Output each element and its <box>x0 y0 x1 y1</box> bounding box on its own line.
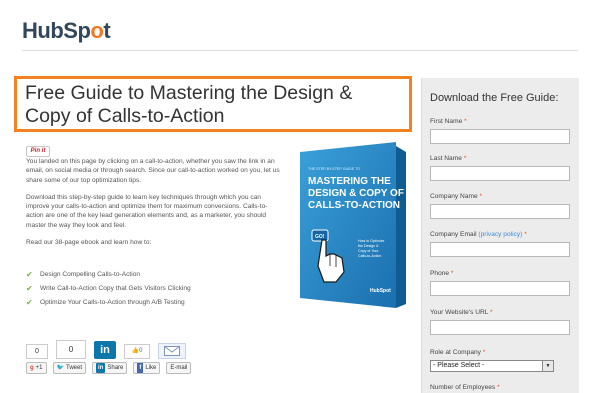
book-brand: HubSpot <box>370 288 391 294</box>
facebook-like-button[interactable]: f Like <box>133 362 161 374</box>
check-icon: ✔ <box>26 269 33 279</box>
company-name-field: Company Name * <box>430 193 570 219</box>
book-title-line: DESIGN & COPY OF <box>308 188 404 199</box>
intro-paragraph: Download this step-by-step guide to lear… <box>26 193 268 229</box>
twitter-icon: 🐦 <box>56 365 64 371</box>
privacy-policy-link[interactable]: (privacy policy) <box>478 231 522 238</box>
list-item: ✔ Write Call-to-Action Copy that Gets Vis… <box>26 283 191 293</box>
phone-input[interactable] <box>430 281 570 296</box>
last-name-input[interactable] <box>430 166 570 181</box>
header-divider <box>22 50 578 51</box>
intro-text: You landed on this page by clicking on a… <box>26 157 284 255</box>
field-label: Company Email (privacy policy) * <box>430 231 527 238</box>
role-field: Role at Company * - Please Select - ▼ <box>430 349 570 372</box>
email-share-button[interactable]: E-mail <box>166 362 192 374</box>
field-label: Company Name * <box>430 193 483 200</box>
google-plus-icon: g <box>30 365 34 371</box>
book-kicker: THE STEP-BY-STEP GUIDE TO <box>308 167 360 171</box>
facebook-like-count: 👍0 <box>124 344 150 359</box>
role-select[interactable]: - Please Select - ▼ <box>430 360 554 372</box>
social-share-bar: 0 0 in 👍0 g +1 🐦 Tweet in Share f Like E-mai… <box>26 337 246 374</box>
field-label: First Name * <box>430 118 467 125</box>
page-title: Free Guide to Mastering the Design & Cop… <box>25 82 353 127</box>
last-name-field: Last Name * <box>430 155 570 181</box>
linkedin-share-button[interactable]: in Share <box>92 362 128 374</box>
hubspot-logo[interactable]: HubSpot <box>22 18 111 44</box>
phone-field: Phone * <box>430 270 570 296</box>
email-icon[interactable] <box>158 343 186 359</box>
book-side-text: the Design & <box>358 244 379 248</box>
field-label: Number of Employees * <box>430 384 500 391</box>
book-side-text: How to Optimize <box>358 239 384 243</box>
company-email-input[interactable] <box>430 242 570 257</box>
download-form: Download the Free Guide: First Name * La… <box>421 78 579 393</box>
linkedin-icon[interactable]: in <box>94 341 116 359</box>
linkedin-icon: in <box>96 363 106 373</box>
book-title-line: MASTERING THE <box>308 176 391 187</box>
google-plus-button[interactable]: g +1 <box>26 362 47 374</box>
pin-it-button[interactable]: Pin it <box>26 146 50 157</box>
intro-paragraph: You landed on this page by clicking on a… <box>26 158 280 184</box>
share-count: 0 <box>56 340 86 359</box>
ebook-cover: THE STEP-BY-STEP GUIDE TO MASTERING THE … <box>300 142 406 308</box>
field-label: Last Name * <box>430 155 467 162</box>
benefit-list: ✔ Design Compelling Calls-to-Action ✔ Writ… <box>26 267 286 309</box>
list-item: ✔ Design Compelling Calls-to-Action <box>26 269 141 279</box>
company-email-field: Company Email (privacy policy) * <box>430 231 570 257</box>
facebook-icon: f <box>137 363 144 373</box>
check-icon: ✔ <box>26 283 33 293</box>
company-name-input[interactable] <box>430 204 570 219</box>
list-item: ✔ Optimize Your Calls-to-Action through A… <box>26 297 185 307</box>
first-name-input[interactable] <box>430 129 570 144</box>
intro-paragraph: Read our 38-page ebook and learn how to: <box>26 239 152 247</box>
tweet-button[interactable]: 🐦 Tweet <box>52 362 87 374</box>
field-label: Your Website's URL * <box>430 309 493 316</box>
book-side-text: Calls-to-Action <box>358 254 381 258</box>
first-name-field: First Name * <box>430 118 570 144</box>
employees-field: Number of Employees * <box>430 384 570 391</box>
share-count: 0 <box>26 344 48 359</box>
book-go: GO! <box>315 234 325 240</box>
book-side-text: Copy of Your <box>358 249 379 253</box>
website-input[interactable] <box>430 320 570 335</box>
field-label: Role at Company * <box>430 349 486 356</box>
form-heading: Download the Free Guide: <box>430 92 559 104</box>
website-field: Your Website's URL * <box>430 309 570 335</box>
title-highlight: Free Guide to Mastering the Design & Cop… <box>14 76 412 132</box>
field-label: Phone * <box>430 270 454 277</box>
check-icon: ✔ <box>26 297 33 307</box>
chevron-down-icon: ▼ <box>542 361 553 371</box>
book-title-line: CALLS-TO-ACTION <box>308 200 400 211</box>
